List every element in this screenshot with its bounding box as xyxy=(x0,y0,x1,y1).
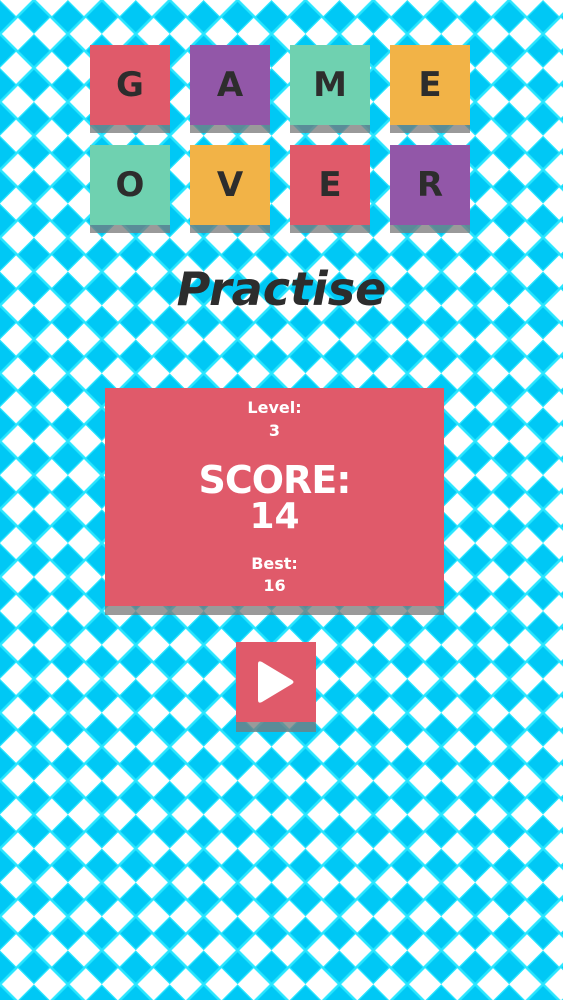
letter-tile-r: R xyxy=(390,145,470,225)
letter-tile-o: O xyxy=(90,145,170,225)
mode-title: Practise xyxy=(176,262,387,316)
letter-tile-e: E xyxy=(390,45,470,125)
letter-tile-text: A xyxy=(216,65,244,105)
letter-tile-text: M xyxy=(313,65,347,105)
letter-tile-text: G xyxy=(116,65,144,105)
score-panel: Level: 3 SCORE: 14 Best: 16 xyxy=(105,388,444,606)
letter-tile-text: O xyxy=(115,165,145,205)
letter-tile-text: V xyxy=(216,165,244,205)
letter-tile-g: G xyxy=(90,45,170,125)
best-label: Best: xyxy=(251,554,298,573)
letter-tile-m: M xyxy=(290,45,370,125)
letter-tile-text: E xyxy=(318,165,342,205)
score-value: 14 xyxy=(249,496,300,537)
level-value: 3 xyxy=(268,421,281,440)
letter-tile-e2: E xyxy=(290,145,370,225)
play-icon xyxy=(258,661,294,703)
play-button[interactable] xyxy=(236,642,316,722)
letter-tile-v: V xyxy=(190,145,270,225)
letter-tile-text: E xyxy=(418,65,442,105)
letter-tile-text: R xyxy=(416,165,444,205)
level-label: Level: xyxy=(247,398,302,417)
letter-tile-a: A xyxy=(190,45,270,125)
best-value: 16 xyxy=(263,576,286,595)
